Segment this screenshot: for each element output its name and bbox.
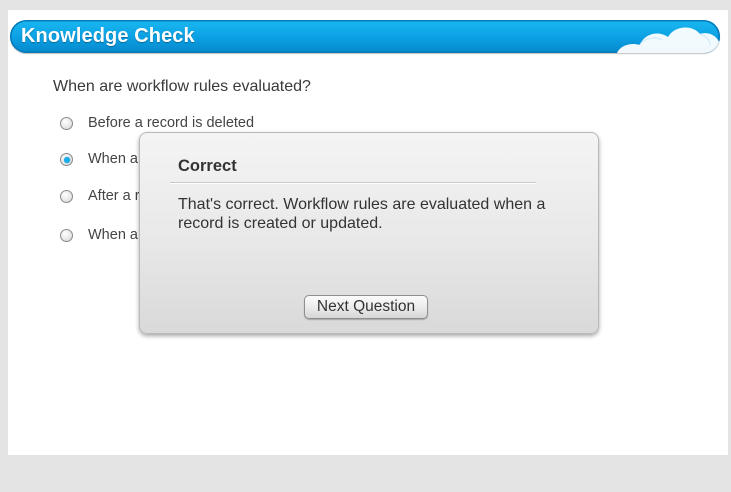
page-title: Knowledge Check (21, 25, 195, 47)
option-label: When a (88, 151, 138, 167)
radio-button-selected[interactable] (60, 153, 73, 166)
dialog-title: Correct (178, 157, 237, 175)
feedback-dialog: Correct That's correct. Workflow rules a… (139, 132, 599, 334)
cloud-icon (617, 27, 720, 53)
radio-button[interactable] (60, 117, 73, 130)
option-label: Before a record is deleted (88, 115, 255, 131)
header-bar: Knowledge Check (10, 20, 720, 53)
radio-button[interactable] (60, 229, 73, 242)
option-label: When a (88, 227, 138, 243)
radio-button[interactable] (60, 190, 73, 203)
dialog-divider (170, 182, 536, 184)
dialog-message: That's correct. Workflow rules are evalu… (178, 196, 546, 232)
option-label: After a r (88, 188, 140, 204)
next-question-button[interactable]: Next Question (304, 295, 428, 319)
question-text: When are workflow rules evaluated? (53, 78, 311, 95)
